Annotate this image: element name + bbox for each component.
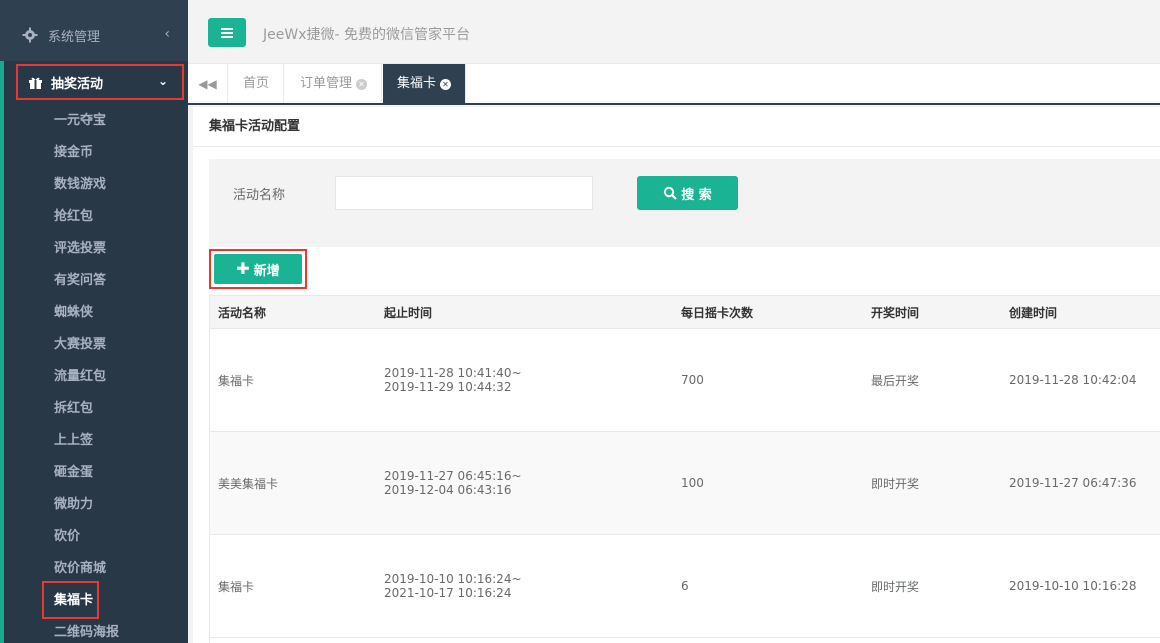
current-item-highlight <box>42 581 99 619</box>
cell-created: 2019-11-27 06:47:36 <box>1000 431 1160 535</box>
sidebar-subitem[interactable]: 流量红包 <box>4 361 188 393</box>
cell-draw-time: 即时开奖 <box>862 431 1000 535</box>
cell-name: 集福卡 <box>209 534 375 638</box>
tab-order-management[interactable]: 订单管理 ✕ <box>286 64 383 103</box>
tab-label: 首页 <box>243 76 270 91</box>
table-left-border <box>209 295 210 643</box>
tab-jifuka[interactable]: 集福卡 ✕ <box>383 64 467 103</box>
activity-table: 活动名称 起止时间 每日摇卡次数 开奖时间 创建时间 集福卡 2019-11-2… <box>209 295 1160 638</box>
column-header[interactable]: 创建时间 <box>1000 295 1160 329</box>
cell-created: 2019-11-28 10:42:04 <box>1000 328 1160 432</box>
tab-home[interactable]: 首页 <box>229 64 285 103</box>
page-title: 集福卡活动配置 <box>193 107 1160 147</box>
cell-period: 2019-11-28 10:41:40~ 2019-11-29 10:44:32 <box>375 328 672 432</box>
period-start: 2019-11-28 10:41:40~ <box>384 366 522 380</box>
cell-period: 2019-10-10 10:16:24~ 2021-10-17 10:16:24 <box>375 534 672 638</box>
sidebar-subitem[interactable]: 评选投票 <box>4 233 188 265</box>
brand-title: JeeWx捷微- 免费的微信管家平台 <box>263 27 470 43</box>
plus-icon: ✚ <box>236 259 250 278</box>
sidebar-subitem[interactable]: 砍价 <box>4 521 188 553</box>
add-button-label: 新增 <box>253 263 280 279</box>
period-start: 2019-10-10 10:16:24~ <box>384 572 522 586</box>
add-button-highlight: ✚ 新增 <box>209 249 307 289</box>
sidebar-subitem[interactable]: 接金币 <box>4 137 188 169</box>
table-header-row: 活动名称 起止时间 每日摇卡次数 开奖时间 创建时间 <box>209 295 1160 329</box>
period-end: 2019-11-29 10:44:32 <box>384 380 512 394</box>
cell-name: 集福卡 <box>209 328 375 432</box>
sidebar-item-lottery[interactable]: 抽奖活动 ⌄ <box>16 64 184 100</box>
column-header[interactable]: 开奖时间 <box>862 295 1000 329</box>
cell-daily-count: 100 <box>672 431 862 535</box>
sidebar-subitem[interactable]: 数钱游戏 <box>4 169 188 201</box>
sidebar-item-system[interactable]: 系统管理 ‹ <box>0 16 188 54</box>
chevron-left-icon: ‹ <box>164 26 170 42</box>
gift-icon <box>28 75 43 90</box>
gear-icon <box>22 27 38 43</box>
sidebar-subitem[interactable]: 上上签 <box>4 425 188 457</box>
tab-label: 订单管理 <box>300 76 353 91</box>
column-header[interactable]: 起止时间 <box>375 295 672 329</box>
search-icon <box>663 186 678 200</box>
search-button[interactable]: 搜 索 <box>637 176 738 210</box>
add-button[interactable]: ✚ 新增 <box>214 254 302 284</box>
table-row[interactable]: 美美集福卡 2019-11-27 06:45:16~ 2019-12-04 06:… <box>209 431 1160 535</box>
period-start: 2019-11-27 06:45:16~ <box>384 469 522 483</box>
top-navbar: JeeWx捷微- 免费的微信管家平台 <box>188 0 1160 64</box>
chevron-down-icon: ⌄ <box>157 74 168 88</box>
sidebar: 系统管理 ‹ 抽奖活动 ⌄ 一元夺宝 接金币 数钱游戏 抢红包 评选投票 有奖问… <box>0 0 188 643</box>
close-icon[interactable]: ✕ <box>440 79 452 90</box>
search-form: 活动名称 搜 索 <box>209 159 1160 247</box>
menu-toggle-button[interactable] <box>208 18 246 47</box>
sidebar-subitem[interactable]: 二维码海报 <box>4 617 188 643</box>
table-row[interactable]: 集福卡 2019-11-28 10:41:40~ 2019-11-29 10:44… <box>209 328 1160 432</box>
cell-period: 2019-11-27 06:45:16~ 2019-12-04 06:43:16 <box>375 431 672 535</box>
sidebar-subitem[interactable]: 有奖问答 <box>4 265 188 297</box>
cell-daily-count: 6 <box>672 534 862 638</box>
cell-name: 美美集福卡 <box>209 431 375 535</box>
sidebar-subitem[interactable]: 抢红包 <box>4 201 188 233</box>
double-chevron-left-icon: ◀◀ <box>198 76 217 91</box>
activity-name-input[interactable] <box>335 176 593 210</box>
sidebar-subitem[interactable]: 拆红包 <box>4 393 188 425</box>
period-end: 2019-12-04 06:43:16 <box>384 483 512 497</box>
sidebar-submenu: 一元夺宝 接金币 数钱游戏 抢红包 评选投票 有奖问答 蜘蛛侠 大赛投票 流量红… <box>4 105 188 643</box>
cell-created: 2019-10-10 10:16:28 <box>1000 534 1160 638</box>
sidebar-item-label: 抽奖活动 <box>51 76 104 92</box>
tab-label: 集福卡 <box>397 76 437 91</box>
tab-bar: ◀◀ 首页 订单管理 ✕ 集福卡 ✕ <box>188 64 1160 105</box>
cell-draw-time: 即时开奖 <box>862 534 1000 638</box>
sidebar-subitem[interactable]: 一元夺宝 <box>4 105 188 137</box>
search-button-label: 搜 索 <box>681 187 712 203</box>
table-row[interactable]: 集福卡 2019-10-10 10:16:24~ 2021-10-17 10:16… <box>209 534 1160 638</box>
tab-scroll-left-button[interactable]: ◀◀ <box>188 64 228 103</box>
sidebar-subitem[interactable]: 蜘蛛侠 <box>4 297 188 329</box>
sidebar-subitem[interactable]: 微助力 <box>4 489 188 521</box>
close-icon[interactable]: ✕ <box>356 79 368 90</box>
cell-draw-time: 最后开奖 <box>862 328 1000 432</box>
sidebar-subitem[interactable]: 大赛投票 <box>4 329 188 361</box>
column-header[interactable]: 每日摇卡次数 <box>672 295 862 329</box>
period-end: 2021-10-17 10:16:24 <box>384 586 512 600</box>
hamburger-icon <box>221 27 233 38</box>
column-header[interactable]: 活动名称 <box>209 295 375 329</box>
cell-daily-count: 700 <box>672 328 862 432</box>
content-panel: 集福卡活动配置 活动名称 搜 索 ✚ 新增 活动名称 起止时间 每日摇卡次数 开… <box>193 107 1160 643</box>
activity-name-label: 活动名称 <box>233 188 286 203</box>
sidebar-item-label: 系统管理 <box>48 29 101 45</box>
sidebar-subitem[interactable]: 砸金蛋 <box>4 457 188 489</box>
